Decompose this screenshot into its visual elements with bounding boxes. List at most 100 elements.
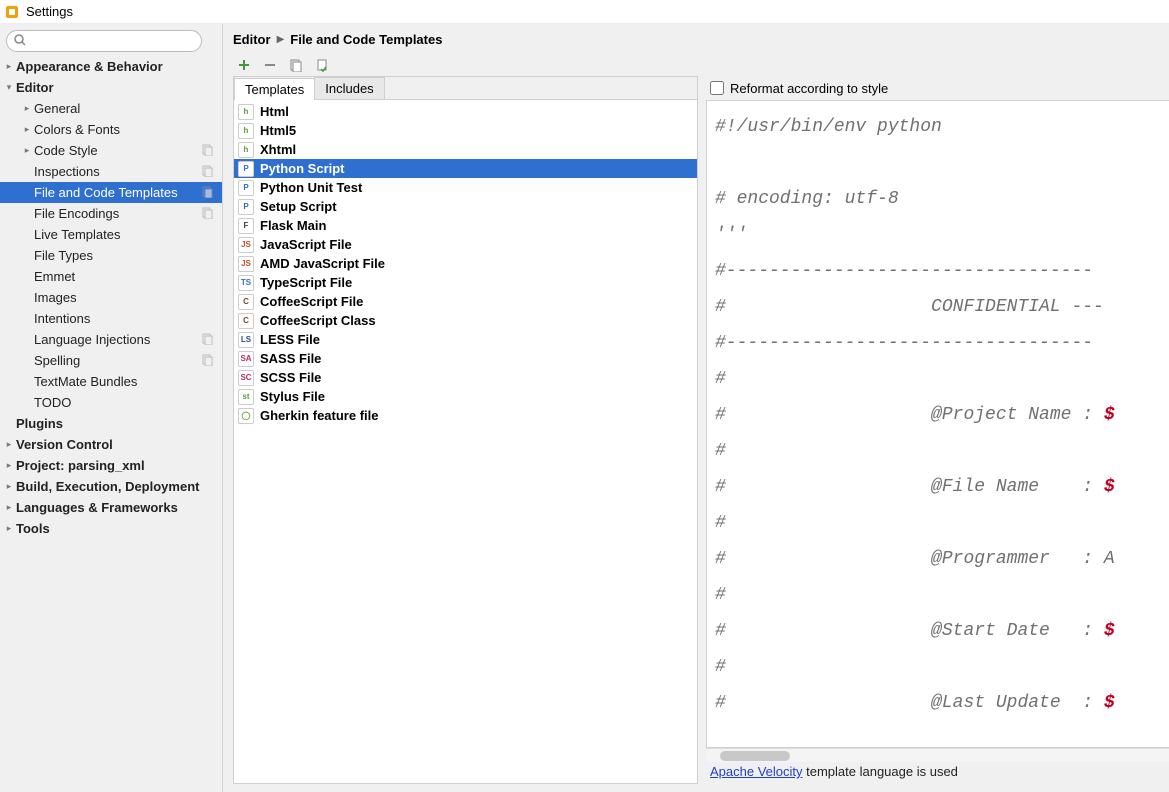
sidebar-item[interactable]: File Encodings <box>0 203 222 224</box>
sidebar-item[interactable]: File and Code Templates <box>0 182 222 203</box>
sidebar-item-label: TextMate Bundles <box>34 374 137 389</box>
sidebar-item-label: Live Templates <box>34 227 120 242</box>
caret-right-icon <box>4 419 14 429</box>
sidebar-item[interactable]: ▸Languages & Frameworks <box>0 497 222 518</box>
sidebar-item-label: Inspections <box>34 164 100 179</box>
file-type-icon: C <box>238 294 254 310</box>
caret-right-icon <box>22 398 32 408</box>
template-row[interactable]: st Stylus File <box>234 387 697 406</box>
sidebar-item-label: Tools <box>16 521 50 536</box>
breadcrumb: Editor ▶ File and Code Templates <box>223 24 1169 52</box>
sidebar-item[interactable]: ▸Project: parsing_xml <box>0 455 222 476</box>
tab-templates[interactable]: Templates <box>234 78 315 100</box>
template-row[interactable]: FFlask Main <box>234 216 697 235</box>
template-row[interactable]: JSAMD JavaScript File <box>234 254 697 273</box>
file-type-icon: P <box>238 180 254 196</box>
sidebar-item[interactable]: ▸Tools <box>0 518 222 539</box>
scope-icon <box>202 144 214 156</box>
sidebar-item[interactable]: ▾Editor <box>0 77 222 98</box>
caret-right-icon: ▸ <box>4 440 14 450</box>
content-panel: Editor ▶ File and Code Templates Templat… <box>223 24 1169 792</box>
caret-right-icon: ▸ <box>22 104 32 114</box>
file-type-icon: h <box>238 142 254 158</box>
apache-velocity-link[interactable]: Apache Velocity <box>710 764 803 779</box>
caret-right-icon <box>22 293 32 303</box>
template-row[interactable]: SCSCSS File <box>234 368 697 387</box>
sidebar-item[interactable]: Inspections <box>0 161 222 182</box>
window-title: Settings <box>26 4 73 19</box>
template-label: AMD JavaScript File <box>260 256 385 271</box>
caret-right-icon <box>22 188 32 198</box>
template-label: Stylus File <box>260 389 325 404</box>
reset-button[interactable] <box>313 56 331 74</box>
file-type-icon: h <box>238 123 254 139</box>
search-input[interactable] <box>6 30 202 52</box>
sidebar-item[interactable]: TODO <box>0 392 222 413</box>
settings-tree: ▸Appearance & Behavior▾Editor▸General▸Co… <box>0 56 222 792</box>
sidebar-item[interactable]: ▸Code Style <box>0 140 222 161</box>
template-row[interactable]: PSetup Script <box>234 197 697 216</box>
sidebar-item-label: Project: parsing_xml <box>16 458 145 473</box>
file-type-icon: JS <box>238 237 254 253</box>
sidebar-item[interactable]: ▸Version Control <box>0 434 222 455</box>
reformat-checkbox[interactable] <box>710 81 724 95</box>
template-label: Html5 <box>260 123 296 138</box>
sidebar-item-label: File Encodings <box>34 206 119 221</box>
horizontal-scrollbar[interactable] <box>706 748 1169 762</box>
file-type-icon: st <box>238 389 254 405</box>
sidebar-item-label: Build, Execution, Deployment <box>16 479 199 494</box>
sidebar-item-label: Images <box>34 290 77 305</box>
template-row[interactable]: TSTypeScript File <box>234 273 697 292</box>
file-type-icon: SA <box>238 351 254 367</box>
template-label: Flask Main <box>260 218 326 233</box>
sidebar-item[interactable]: Plugins <box>0 413 222 434</box>
sidebar-item[interactable]: Images <box>0 287 222 308</box>
sidebar-item[interactable]: ▸Appearance & Behavior <box>0 56 222 77</box>
template-label: Setup Script <box>260 199 337 214</box>
caret-right-icon: ▸ <box>4 461 14 471</box>
sidebar-item-label: File and Code Templates <box>34 185 178 200</box>
template-label: Python Unit Test <box>260 180 362 195</box>
sidebar-item[interactable]: ▸General <box>0 98 222 119</box>
template-label: LESS File <box>260 332 320 347</box>
caret-right-icon <box>22 272 32 282</box>
file-type-icon: ◯ <box>238 408 254 424</box>
sidebar-item[interactable]: ▸Colors & Fonts <box>0 119 222 140</box>
sidebar-item-label: Languages & Frameworks <box>16 500 178 515</box>
caret-right-icon <box>22 314 32 324</box>
template-row[interactable]: P Python Unit Test <box>234 178 697 197</box>
copy-button[interactable] <box>287 56 305 74</box>
sidebar-item-label: Spelling <box>34 353 80 368</box>
sidebar-item[interactable]: Emmet <box>0 266 222 287</box>
caret-right-icon: ▸ <box>4 503 14 513</box>
template-row[interactable]: CCoffeeScript Class <box>234 311 697 330</box>
template-row[interactable]: ◯Gherkin feature file <box>234 406 697 425</box>
sidebar-item[interactable]: Live Templates <box>0 224 222 245</box>
tab-includes[interactable]: Includes <box>314 77 384 99</box>
sidebar-item[interactable]: Language Injections <box>0 329 222 350</box>
remove-button[interactable] <box>261 56 279 74</box>
caret-right-icon <box>22 167 32 177</box>
template-row[interactable]: hHtml <box>234 102 697 121</box>
template-row[interactable]: LSLESS File <box>234 330 697 349</box>
template-row[interactable]: JSJavaScript File <box>234 235 697 254</box>
caret-down-icon: ▾ <box>4 83 14 93</box>
reformat-label: Reformat according to style <box>730 81 888 96</box>
sidebar-item[interactable]: ▸Build, Execution, Deployment <box>0 476 222 497</box>
search-icon <box>14 34 26 46</box>
sidebar-item[interactable]: File Types <box>0 245 222 266</box>
template-editor[interactable]: #!/usr/bin/env python # encoding: utf-8 … <box>706 100 1169 748</box>
template-row[interactable]: h Html5 <box>234 121 697 140</box>
add-button[interactable] <box>235 56 253 74</box>
template-row[interactable]: SASASS File <box>234 349 697 368</box>
sidebar-item[interactable]: Spelling <box>0 350 222 371</box>
template-label: Html <box>260 104 289 119</box>
template-row[interactable]: hXhtml <box>234 140 697 159</box>
template-row[interactable]: PPython Script <box>234 159 697 178</box>
caret-right-icon: ▸ <box>4 524 14 534</box>
breadcrumb-root[interactable]: Editor <box>233 32 271 47</box>
sidebar-item[interactable]: Intentions <box>0 308 222 329</box>
sidebar-item[interactable]: TextMate Bundles <box>0 371 222 392</box>
file-type-icon: P <box>238 161 254 177</box>
template-row[interactable]: CCoffeeScript File <box>234 292 697 311</box>
